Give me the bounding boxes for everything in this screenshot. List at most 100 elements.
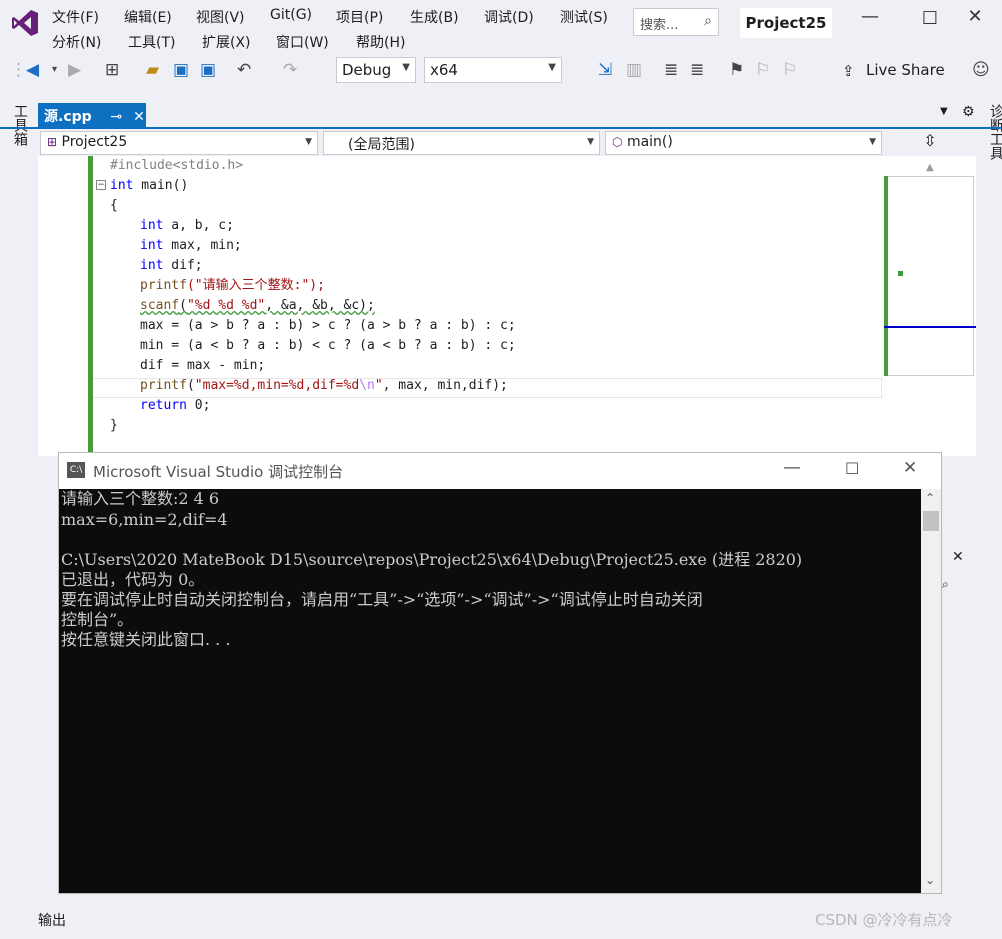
tab-close-icon[interactable]: ✕: [133, 109, 145, 125]
feedback-icon[interactable]: ☺: [972, 58, 990, 82]
console-output[interactable]: 请输入三个整数:2 4 6 max=6,min=2,dif=4 C:\Users…: [59, 489, 921, 893]
panel-close-icon[interactable]: ✕: [952, 549, 964, 565]
scroll-down-icon[interactable]: ⌄: [925, 873, 935, 887]
console-minimize-icon[interactable]: —: [783, 457, 801, 478]
undo-icon[interactable]: ↶: [237, 58, 251, 82]
output-tab[interactable]: 输出: [38, 910, 66, 930]
menu-debug[interactable]: 调试(D): [484, 7, 534, 27]
code-line-8: scanf("%d %d %d", &a, &b, &c);: [140, 296, 375, 316]
console-maximize-icon[interactable]: ☐: [845, 459, 859, 478]
menu-analyze[interactable]: 分析(N): [52, 32, 101, 52]
open-folder-icon[interactable]: ▰: [146, 58, 159, 82]
menu-edit[interactable]: 编辑(E): [124, 7, 172, 27]
left-tool-strip: [0, 100, 34, 939]
minimap-marker: [898, 271, 903, 276]
console-app-icon: C:\: [67, 462, 85, 478]
redo-icon[interactable]: ↷: [283, 58, 297, 82]
platform-select[interactable]: x64 ▼: [424, 57, 562, 83]
scroll-up-icon[interactable]: ▲: [926, 162, 934, 173]
menu-tools[interactable]: 工具(T): [128, 32, 175, 52]
code-line-6: int dif;: [140, 256, 203, 276]
menu-build[interactable]: 生成(B): [410, 7, 459, 27]
pin-icon[interactable]: ⊸: [111, 109, 123, 125]
menu-view[interactable]: 视图(V): [196, 7, 245, 27]
minimap-caret-line: [884, 326, 976, 328]
diagnostic-tools-tab[interactable]: 诊断工具: [986, 104, 1002, 160]
keyword: int: [140, 258, 164, 273]
back-icon[interactable]: ◀: [26, 58, 39, 82]
code-text: max, min;: [163, 238, 242, 253]
chevron-down-icon: ▼: [587, 137, 594, 147]
gear-icon[interactable]: ⚙: [962, 104, 975, 120]
code-line-1: #include<stdio.h>: [110, 158, 244, 173]
menu-file[interactable]: 文件(F): [52, 7, 99, 27]
maximize-icon[interactable]: ☐: [915, 8, 945, 29]
console-line: 控制台”。: [61, 610, 134, 629]
step-icon[interactable]: ⇲: [598, 58, 612, 82]
console-close-icon[interactable]: ✕: [903, 458, 917, 478]
chevron-down-icon: ▼: [305, 137, 312, 147]
keyword: int: [140, 218, 164, 233]
code-text: a, b, c;: [163, 218, 234, 233]
comment-icon[interactable]: ≣: [664, 58, 678, 82]
project-nav-value: Project25: [61, 134, 128, 150]
code-line-11: dif = max - min;: [140, 358, 266, 373]
change-tracking-bar: [88, 156, 93, 454]
project-icon: ⊞: [47, 135, 58, 149]
tab-source-cpp[interactable]: 源.cpp ⊸ ✕: [38, 103, 146, 127]
collapse-icon[interactable]: −: [96, 180, 106, 190]
console-scrollbar[interactable]: ⌃ ⌄: [921, 489, 941, 893]
menu-help[interactable]: 帮助(H): [356, 32, 405, 52]
console-line: max=6,min=2,dif=4: [61, 510, 228, 529]
menu-extensions[interactable]: 扩展(X): [202, 32, 251, 52]
search-icon: ⌕: [704, 13, 712, 29]
split-editor-button[interactable]: ⇳: [884, 131, 976, 155]
bookmark-icon[interactable]: ⚑: [729, 58, 744, 82]
menu-git[interactable]: Git(G): [270, 7, 312, 23]
code-line-13: return 0;: [140, 396, 210, 416]
live-share-button[interactable]: Live Share: [866, 61, 945, 79]
chevron-down-icon: ▼: [402, 62, 410, 73]
code-editor[interactable]: #include<stdio.h> − int main() { int a, …: [38, 156, 884, 456]
uncomment-icon[interactable]: ≣: [690, 58, 704, 82]
code-line-2: int main(): [110, 176, 188, 196]
scrollbar-minimap[interactable]: ▲: [884, 156, 976, 456]
format-icon[interactable]: ▥: [626, 58, 642, 82]
back-dropdown-icon[interactable]: ▾: [52, 58, 57, 82]
minimap-change-bar: [884, 176, 888, 376]
tab-overflow-icon[interactable]: ▼: [940, 106, 948, 117]
scroll-up-icon[interactable]: ⌃: [925, 491, 935, 505]
prev-bookmark-icon[interactable]: ⚐: [755, 58, 770, 82]
new-item-icon[interactable]: ⊞: [105, 58, 119, 82]
minimize-icon[interactable]: —: [855, 6, 885, 27]
menu-project[interactable]: 项目(P): [336, 7, 383, 27]
close-icon[interactable]: ✕: [960, 6, 990, 27]
search-icon[interactable]: ⌕: [942, 577, 949, 592]
code-text: 0;: [186, 398, 211, 413]
code-text: , &a, &b, &c);: [265, 298, 375, 313]
chevron-down-icon: ▼: [869, 137, 876, 147]
minimap-viewport[interactable]: [886, 176, 974, 376]
save-all-icon[interactable]: ▣: [200, 58, 216, 82]
scope-nav-value: (全局范围): [348, 137, 415, 153]
forward-icon[interactable]: ▶: [68, 58, 81, 82]
string-literal: "max=%d,min=%d,dif=%d: [194, 378, 360, 393]
member-nav-select[interactable]: ⬡ main() ▼: [605, 131, 882, 155]
save-icon[interactable]: ▣: [173, 58, 189, 82]
live-share-icon[interactable]: ⇪: [842, 62, 855, 80]
console-line: 已退出，代码为 0。: [61, 570, 205, 589]
watermark-text: CSDN @冷冷有点冷: [815, 911, 953, 929]
toolbox-tab[interactable]: 工具箱: [10, 104, 30, 146]
console-line: C:\Users\2020 MateBook D15\source\repos\…: [61, 550, 803, 569]
next-bookmark-icon[interactable]: ⚐: [782, 58, 797, 82]
console-line: 请输入三个整数:2 4 6: [61, 489, 220, 508]
menu-window[interactable]: 窗口(W): [276, 32, 329, 52]
menu-test[interactable]: 测试(S): [560, 7, 608, 27]
scroll-thumb[interactable]: [923, 511, 939, 531]
configuration-select[interactable]: Debug ▼: [336, 57, 416, 83]
scope-nav-select[interactable]: (全局范围) ▼: [323, 131, 600, 155]
project-nav-select[interactable]: ⊞ Project25 ▼: [40, 131, 318, 155]
string-literal: "%d %d %d": [186, 298, 266, 313]
search-placeholder: 搜索...: [640, 18, 679, 33]
search-box[interactable]: 搜索... ⌕: [633, 8, 719, 36]
